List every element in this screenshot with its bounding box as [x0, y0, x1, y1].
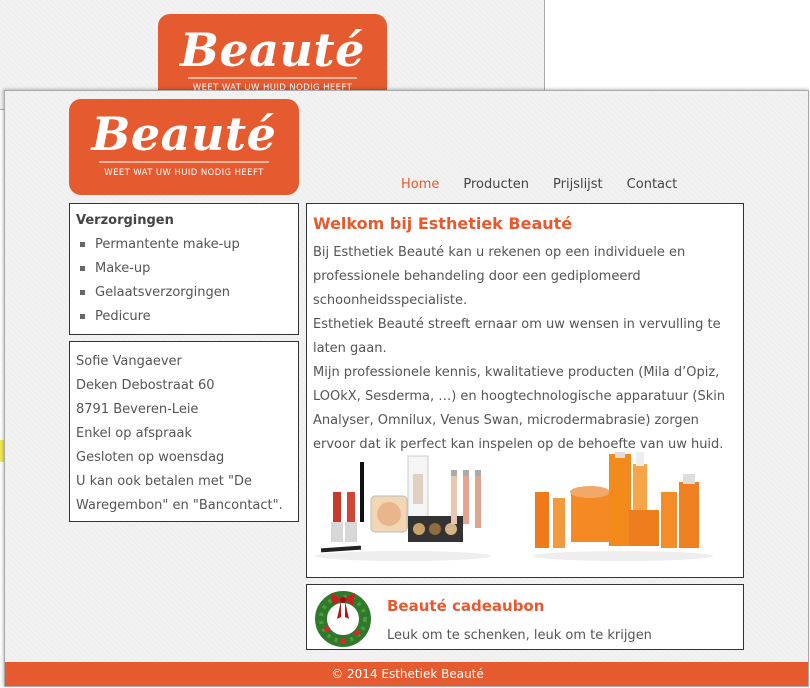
gift-voucher-section[interactable]: Beauté cadeaubon Leuk om te schenken, le… [306, 584, 744, 650]
footer-copyright: © 2014 Esthetiek Beauté [331, 667, 484, 681]
skincare-products-image [533, 452, 713, 561]
square-bullet-icon [80, 289, 85, 295]
browser-page: Beauté WEET WAT UW HUID NODIG HEEFT Home… [4, 90, 809, 687]
menu-item-label: Permantente make-up [95, 236, 240, 252]
logo-wordmark: Beauté [91, 107, 277, 161]
logo-tagline: WEET WAT UW HUID NODIG HEEFT [104, 168, 264, 178]
logo-wordmark: Beauté [180, 23, 365, 77]
welcome-section: Welkom bij Esthetiek Beauté Bij Esthetie… [306, 203, 744, 578]
contact-info: Sofie Vangaever Deken Debostraat 60 8791… [69, 341, 299, 522]
christmas-wreath-icon [315, 591, 371, 647]
menu-item-label: Pedicure [95, 308, 151, 324]
square-bullet-icon [80, 265, 85, 271]
welcome-paragraph-2: Esthetiek Beauté streeft ernaar om uw we… [313, 317, 721, 356]
gift-text: Leuk om te schenken, leuk om te krijgen [387, 628, 652, 643]
contact-payment: U kan ook betalen met "De Waregembon" en… [76, 474, 283, 513]
contact-name: Sofie Vangaever [76, 354, 182, 369]
menu-item-facial-care[interactable]: Gelaatsverzorgingen [76, 280, 292, 304]
nav-contact[interactable]: Contact [627, 177, 678, 192]
main-nav: Home Producten Prijslijst Contact [401, 177, 677, 192]
menu-item-makeup[interactable]: Make-up [76, 256, 292, 280]
contact-appointment: Enkel op afspraak [76, 426, 192, 441]
contact-city: 8791 Beveren-Leie [76, 402, 199, 417]
nav-prijslijst[interactable]: Prijslijst [553, 177, 603, 192]
square-bullet-icon [80, 313, 85, 319]
welcome-paragraph-3: Mijn professionele kennis, kwalitatieve … [313, 365, 726, 452]
menu-title: Verzorgingen [76, 213, 174, 228]
gift-title: Beauté cadeaubon [387, 597, 545, 615]
menu-item-pedicure[interactable]: Pedicure [76, 304, 292, 328]
contact-closed: Gesloten op woensdag [76, 450, 225, 465]
products-images [315, 452, 713, 561]
nav-home[interactable]: Home [401, 177, 439, 192]
square-bullet-icon [80, 241, 85, 247]
menu-list: Permantente make-up Make-up Gelaatsverzo… [76, 232, 292, 328]
menu-item-label: Gelaatsverzorgingen [95, 284, 231, 300]
makeup-products-image [315, 455, 491, 561]
menu-item-permanent-makeup[interactable]: Permantente make-up [76, 232, 292, 256]
welcome-paragraph-1: Bij Esthetiek Beauté kan u rekenen op ee… [313, 245, 686, 308]
contact-street: Deken Debostraat 60 [76, 378, 215, 393]
welcome-title: Welkom bij Esthetiek Beauté [313, 214, 573, 233]
site-logo[interactable]: Beauté WEET WAT UW HUID NODIG HEEFT [69, 99, 299, 195]
logo-divider [188, 77, 357, 79]
nav-producten[interactable]: Producten [463, 177, 529, 192]
footer: © 2014 Esthetiek Beauté [5, 662, 808, 686]
logo-divider [99, 161, 269, 163]
menu-item-label: Make-up [95, 260, 151, 276]
treatments-menu: Verzorgingen Permantente make-up Make-up… [69, 203, 299, 335]
